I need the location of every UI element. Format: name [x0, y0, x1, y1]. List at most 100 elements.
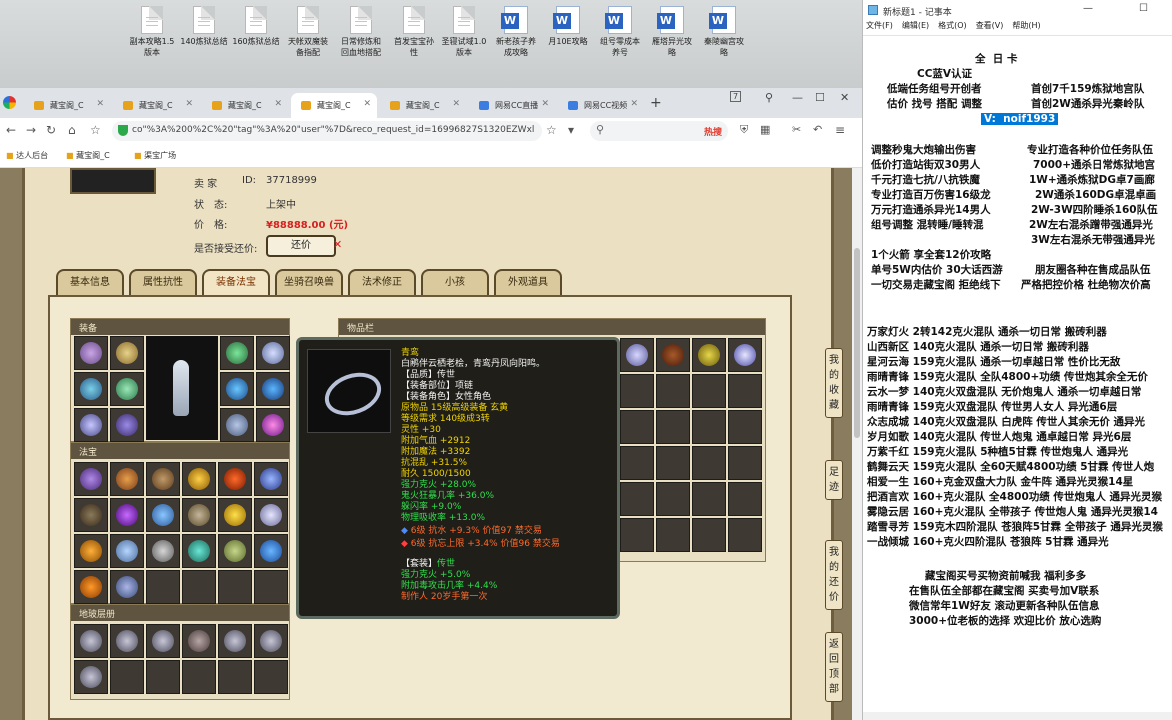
desktop-icon[interactable]: 副本攻略1.5 版本 [124, 6, 180, 58]
notepad-menu-item[interactable]: 文件(F) [866, 21, 893, 30]
lingbao-slot[interactable] [74, 624, 108, 658]
page-tab[interactable]: 装备法宝 [202, 269, 270, 295]
fabao-slot[interactable] [182, 462, 216, 496]
fabao-slot[interactable] [74, 462, 108, 496]
maximize-icon[interactable]: ☐ [815, 91, 825, 104]
notepad-maximize-icon[interactable]: ☐ [1139, 3, 1148, 14]
home-icon[interactable]: ⌂ [68, 123, 76, 137]
tab-close-icon[interactable]: ✕ [363, 99, 371, 109]
favorite-icon[interactable]: ☆ [546, 123, 557, 137]
equip-slot[interactable] [220, 408, 254, 442]
page-tab[interactable]: 法术修正 [348, 269, 416, 295]
scrollbar-thumb[interactable] [854, 248, 860, 438]
equip-slot[interactable] [256, 372, 290, 406]
desktop-icon[interactable]: W 月10E攻略 [540, 6, 596, 47]
refresh-icon[interactable]: ↻ [46, 123, 56, 137]
browser-tab[interactable]: 藏宝阁_C ✕ [24, 93, 110, 118]
desktop-icon[interactable]: W 新老孩子养 成攻略 [488, 6, 544, 58]
equip-slot[interactable] [256, 408, 290, 442]
lingbao-slot[interactable] [182, 660, 216, 694]
equip-slot[interactable] [220, 372, 254, 406]
inventory-slot[interactable] [728, 410, 762, 444]
notepad-minimize-icon[interactable]: — [1083, 3, 1093, 14]
close-window-icon[interactable]: ✕ [840, 91, 849, 104]
fabao-slot[interactable] [146, 534, 180, 568]
equip-slot[interactable] [74, 372, 108, 406]
lingbao-slot[interactable] [182, 624, 216, 658]
inventory-slot[interactable] [692, 338, 726, 372]
side-button[interactable]: 我的收藏 [825, 348, 843, 418]
notepad-menu-item[interactable]: 帮助(H) [1012, 21, 1040, 30]
shield-ext-icon[interactable]: ⛨ [740, 123, 748, 137]
page-tab[interactable]: 属性抗性 [129, 269, 197, 295]
cut-icon[interactable]: ✂ [792, 123, 801, 136]
lingbao-slot[interactable] [218, 660, 252, 694]
tab-close-icon[interactable]: ✕ [452, 99, 460, 109]
fabao-slot[interactable] [74, 498, 108, 532]
desktop-icon[interactable]: 140炼狱总结 [176, 6, 232, 47]
side-button[interactable]: 返回顶部 [825, 632, 843, 702]
inventory-slot[interactable] [656, 446, 690, 480]
inventory-slot[interactable] [620, 410, 654, 444]
lingbao-slot[interactable] [146, 624, 180, 658]
inventory-slot[interactable] [620, 446, 654, 480]
fabao-slot[interactable] [146, 462, 180, 496]
bookmark-item[interactable]: ■ 渠宝广场 [134, 150, 176, 161]
apps-grid-icon[interactable]: ▦ [760, 123, 770, 136]
fabao-slot[interactable] [182, 534, 216, 568]
lingbao-slot[interactable] [110, 660, 144, 694]
tab-counter[interactable]: 7 [730, 91, 742, 102]
equip-slot[interactable] [74, 408, 108, 442]
page-tab[interactable]: 基本信息 [56, 269, 124, 295]
bookmark-star-icon[interactable]: ☆ [90, 123, 101, 137]
inventory-slot[interactable] [620, 518, 654, 552]
fabao-slot[interactable] [74, 534, 108, 568]
menu-icon[interactable]: ▾ [568, 123, 574, 137]
page-tab[interactable]: 外观道具 [494, 269, 562, 295]
page-tab[interactable]: 小孩 [421, 269, 489, 295]
tab-close-icon[interactable]: ✕ [630, 99, 638, 109]
bargain-close-icon[interactable]: ✕ [333, 238, 342, 251]
notepad-scrollbar[interactable] [863, 712, 1172, 720]
tab-close-icon[interactable]: ✕ [96, 99, 104, 109]
minimize-icon[interactable]: — [792, 91, 803, 104]
desktop-icon[interactable]: W 秦陵幽宫攻 略 [696, 6, 752, 58]
lingbao-slot[interactable] [146, 660, 180, 694]
search-input[interactable]: ⚲ 热搜 [590, 121, 728, 141]
notepad-menu-item[interactable]: 查看(V) [976, 21, 1004, 30]
fabao-slot[interactable] [182, 498, 216, 532]
bookmark-item[interactable]: ■ 藏宝阁_C [66, 150, 110, 161]
tab-close-icon[interactable]: ✕ [185, 99, 193, 109]
equip-slot[interactable] [110, 408, 144, 442]
side-button[interactable]: 足迹 [825, 460, 843, 500]
inventory-slot[interactable] [692, 410, 726, 444]
fabao-slot[interactable] [182, 570, 216, 604]
inventory-slot[interactable] [620, 374, 654, 408]
fabao-slot[interactable] [218, 462, 252, 496]
side-button[interactable]: 我的还价 [825, 540, 843, 610]
inventory-slot[interactable] [692, 482, 726, 516]
equip-slot[interactable] [256, 336, 290, 370]
desktop-icon[interactable]: 160炼狱总结 [228, 6, 284, 47]
inventory-slot[interactable] [656, 374, 690, 408]
url-input[interactable]: co"%3A%200%2C%20"tag"%3A%20"user"%7D&rec… [112, 121, 542, 141]
fabao-slot[interactable] [74, 570, 108, 604]
inventory-slot[interactable] [656, 518, 690, 552]
desktop-icon[interactable]: W 雁塔异光攻 略 [644, 6, 700, 58]
inventory-slot[interactable] [620, 338, 654, 372]
equip-slot[interactable] [110, 336, 144, 370]
inventory-slot[interactable] [728, 482, 762, 516]
inventory-slot[interactable] [728, 518, 762, 552]
fabao-slot[interactable] [254, 462, 288, 496]
forward-icon[interactable]: → [26, 123, 36, 137]
desktop-icon[interactable]: 圣寝试域1.0 版本 [436, 6, 492, 58]
desktop-icon[interactable]: 天帐双魔装 备指配 [280, 6, 336, 58]
browser-tab[interactable]: 藏宝阁_C ✕ [113, 93, 199, 118]
page-tab[interactable]: 坐骑召唤兽 [275, 269, 343, 295]
inventory-slot[interactable] [656, 410, 690, 444]
fabao-slot[interactable] [254, 570, 288, 604]
inventory-slot[interactable] [692, 518, 726, 552]
lingbao-slot[interactable] [254, 660, 288, 694]
browser-tab[interactable]: 藏宝阁_C ✕ [291, 93, 377, 118]
lingbao-slot[interactable] [254, 624, 288, 658]
